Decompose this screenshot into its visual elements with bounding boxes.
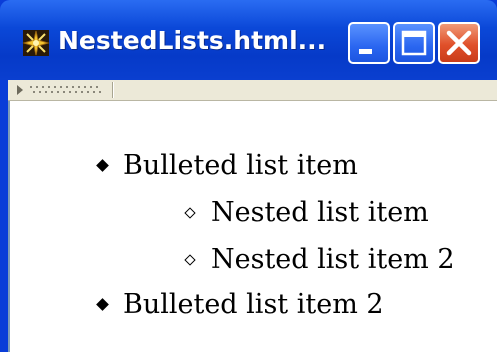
maximize-button[interactable]	[393, 22, 435, 64]
toolbar-separator	[112, 82, 114, 98]
list-item-label: Bulleted list item	[123, 150, 358, 181]
window-title: NestedLists.html...	[58, 26, 327, 55]
maximize-icon	[401, 30, 427, 56]
nested-list-item-label: Nested list item	[211, 197, 429, 228]
nested-list-item-label: Nested list item 2	[211, 244, 455, 275]
minimize-icon	[359, 49, 372, 54]
page-content: Bulleted list item Nested list item Nest…	[8, 101, 497, 352]
close-button[interactable]	[438, 22, 480, 64]
disc-bullet-icon	[96, 298, 109, 311]
browser-window: NestedLists.html... Bulleted list item N…	[0, 0, 497, 352]
toolbar-grip-icon[interactable]	[16, 84, 112, 96]
toolbar	[8, 80, 497, 101]
circle-bullet-icon	[184, 254, 196, 266]
ie-app-icon[interactable]	[22, 29, 50, 57]
minimize-button[interactable]	[348, 22, 390, 64]
list-item-label: Bulleted list item 2	[123, 289, 384, 320]
circle-bullet-icon	[184, 207, 196, 219]
title-bar[interactable]: NestedLists.html...	[0, 0, 497, 80]
disc-bullet-icon	[96, 159, 109, 172]
close-icon	[446, 30, 472, 56]
